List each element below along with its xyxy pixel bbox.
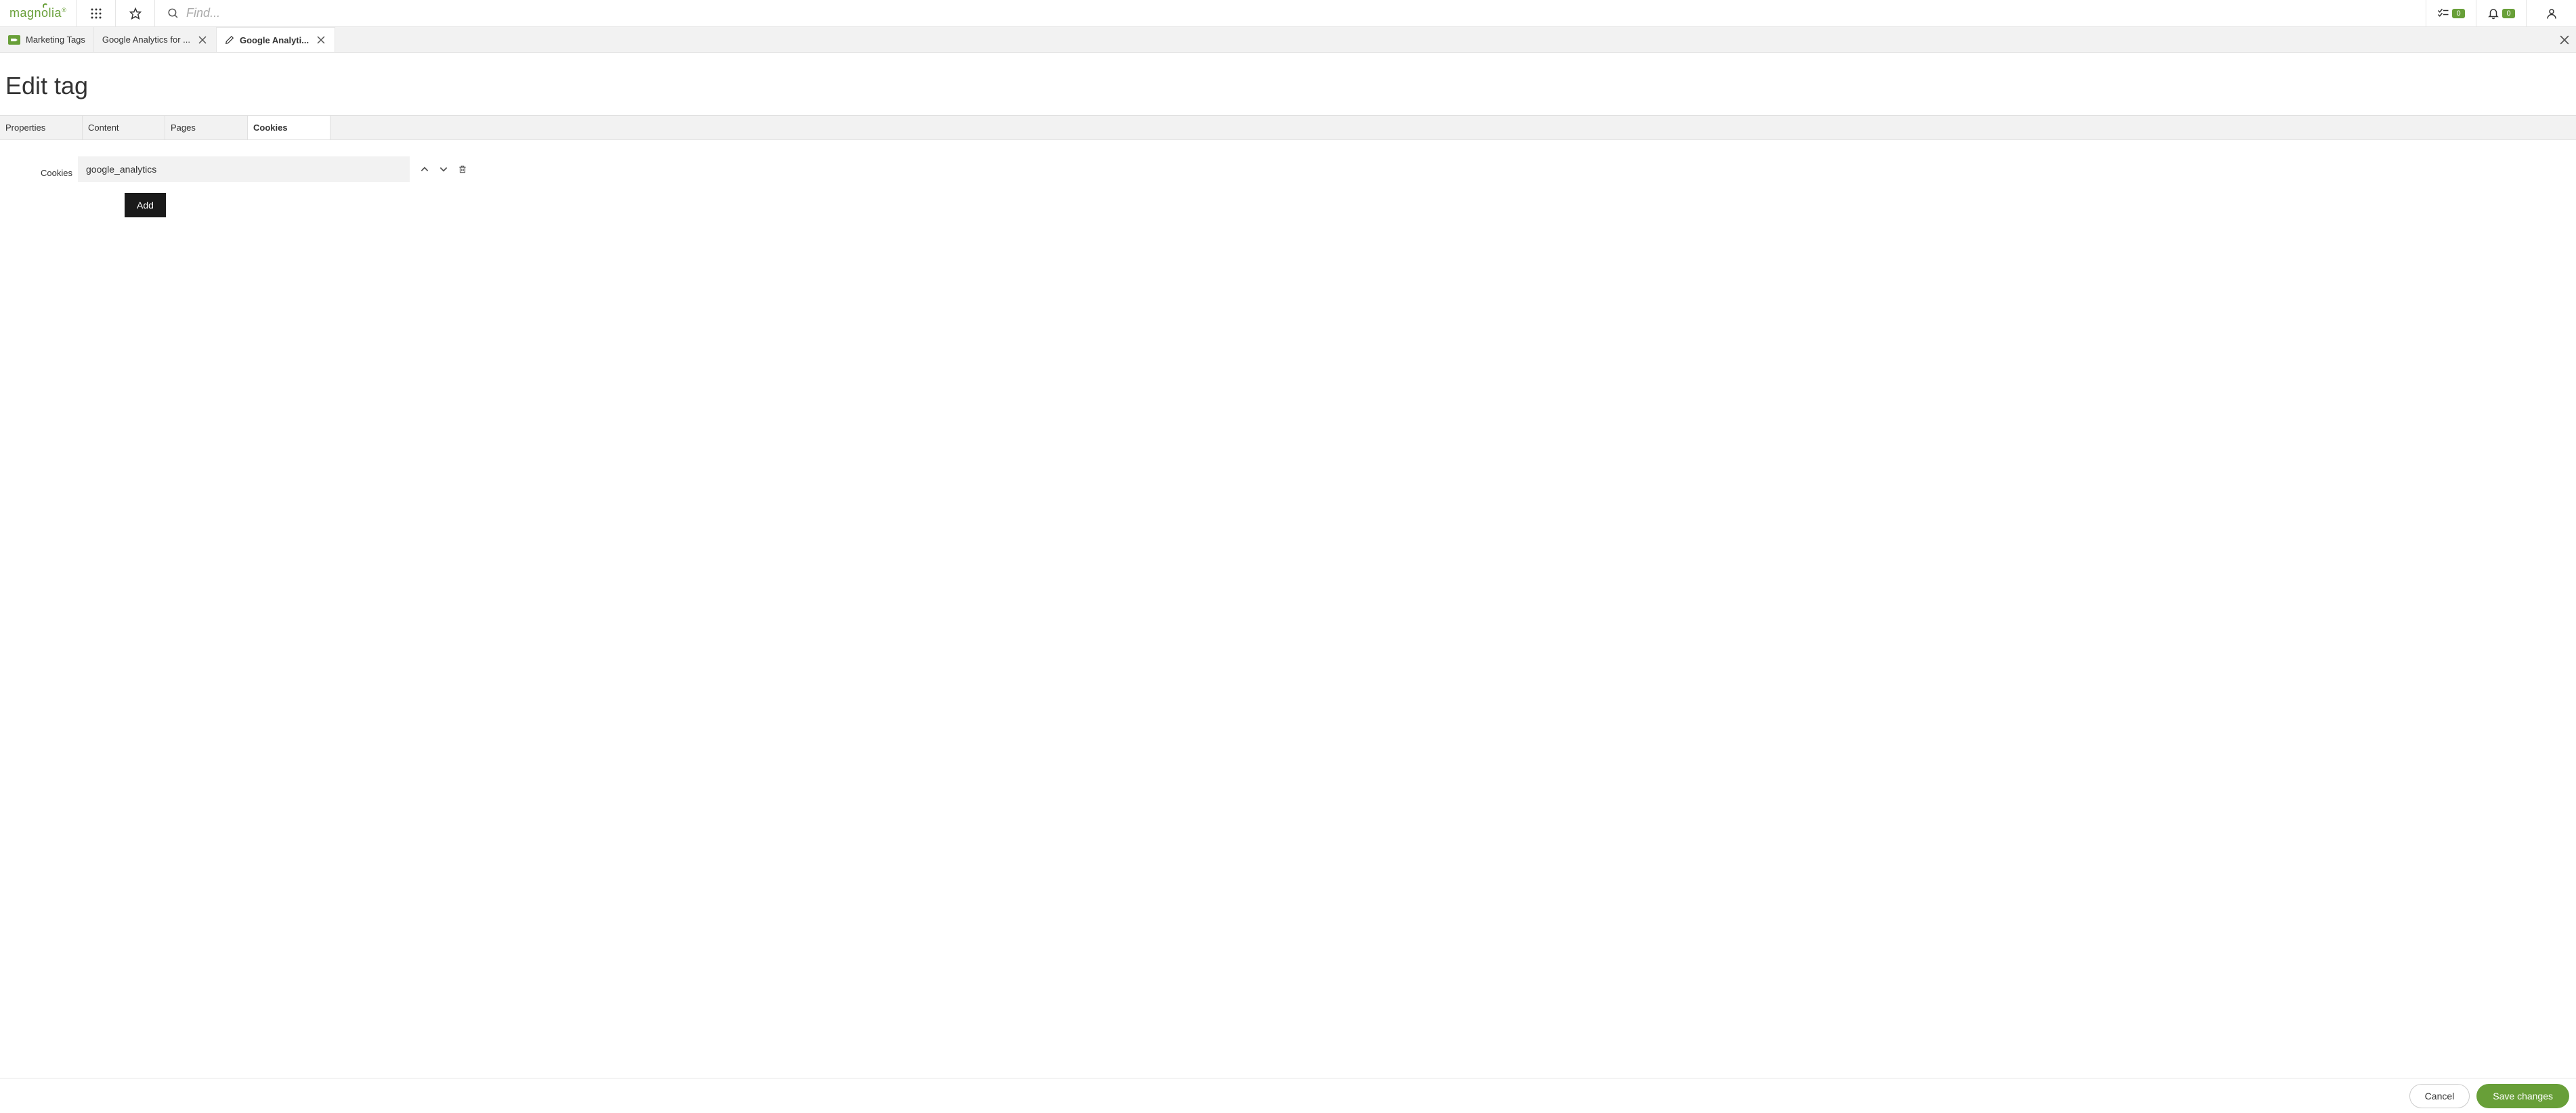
profile-button[interactable]	[2526, 0, 2576, 26]
save-button[interactable]: Save changes	[2476, 1084, 2569, 1108]
page-title: Edit tag	[0, 53, 2576, 115]
tasks-button[interactable]: 0	[2426, 0, 2476, 26]
field-controls	[419, 164, 468, 175]
cookie-name-input[interactable]	[78, 156, 410, 182]
breadcrumb-label: Google Analyti...	[240, 35, 309, 45]
top-header: magnolia® 0 0	[0, 0, 2576, 27]
cookie-field-row: Cookies	[88, 156, 2576, 182]
breadcrumb-bar: Marketing Tags Google Analytics for ... …	[0, 27, 2576, 53]
user-icon	[2546, 7, 2558, 20]
breadcrumb-label: Google Analytics for ...	[102, 35, 190, 45]
tab-cookies[interactable]: Cookies	[248, 115, 330, 139]
search-icon	[167, 7, 179, 20]
form-area: Cookies Add	[0, 140, 2576, 234]
favorites-button[interactable]	[115, 0, 154, 26]
bell-icon	[2487, 7, 2499, 20]
breadcrumb-google-analytics-for[interactable]: Google Analytics for ...	[94, 27, 217, 52]
apps-grid-icon	[91, 8, 102, 19]
tasks-badge: 0	[2452, 9, 2464, 18]
notifications-badge: 0	[2502, 9, 2514, 18]
app-launcher-button[interactable]	[76, 0, 115, 26]
cancel-button[interactable]: Cancel	[2409, 1084, 2470, 1108]
pencil-icon	[225, 35, 234, 45]
cookies-label: Cookies	[41, 161, 78, 178]
chevron-up-icon	[420, 165, 429, 174]
subtabs: Properties Content Pages Cookies	[0, 115, 2576, 140]
tag-icon	[8, 35, 20, 45]
search-input[interactable]	[186, 6, 2426, 20]
logo-text: magnolia®	[9, 6, 66, 20]
close-icon[interactable]	[197, 35, 208, 45]
move-up-button[interactable]	[419, 164, 430, 175]
trash-icon	[458, 165, 467, 174]
breadcrumb-marketing-tags[interactable]: Marketing Tags	[0, 27, 94, 52]
add-button[interactable]: Add	[125, 193, 166, 217]
breadcrumb-label: Marketing Tags	[26, 35, 85, 45]
tab-content[interactable]: Content	[83, 116, 165, 139]
tab-properties[interactable]: Properties	[0, 116, 83, 139]
tab-pages[interactable]: Pages	[165, 116, 248, 139]
logo: magnolia®	[0, 0, 76, 26]
star-icon	[129, 7, 142, 20]
breadcrumb-google-analytics-edit[interactable]: Google Analyti...	[217, 27, 335, 52]
move-down-button[interactable]	[438, 164, 449, 175]
tasks-icon	[2437, 7, 2449, 20]
close-all-icon[interactable]	[2560, 35, 2569, 45]
main-content: Edit tag Properties Content Pages Cookie…	[0, 53, 2576, 1078]
chevron-down-icon	[439, 165, 448, 174]
header-right: 0 0	[2426, 0, 2576, 26]
delete-button[interactable]	[457, 164, 468, 175]
search-area	[154, 0, 2426, 26]
close-icon[interactable]	[316, 35, 326, 45]
footer: Cancel Save changes	[0, 1078, 2576, 1113]
notifications-button[interactable]: 0	[2476, 0, 2526, 26]
